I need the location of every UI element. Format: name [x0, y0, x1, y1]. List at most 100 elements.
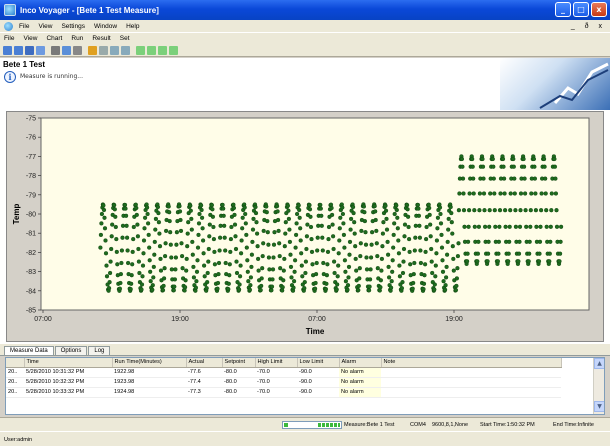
data-point	[226, 287, 231, 292]
menu-settings[interactable]: Settings	[61, 23, 85, 30]
data-point	[146, 232, 151, 237]
data-point	[329, 205, 334, 211]
data-point	[513, 208, 518, 213]
scroll-track[interactable]	[594, 369, 604, 401]
data-point	[466, 224, 471, 229]
data-point	[554, 224, 560, 229]
column-header[interactable]: Run Time(Minutes)	[112, 358, 187, 368]
title-bar[interactable]: Inco Voyager - [Bete 1 Test Measure] _ □…	[0, 0, 610, 20]
scroll-up-arrow-icon[interactable]: ▲	[594, 358, 604, 369]
maximize-button[interactable]: □	[573, 2, 589, 17]
table-row[interactable]: 20.. 5/28/2010 10:31:32 PM 1922.98 -77.6 -80…	[6, 367, 561, 378]
zoom-icon[interactable]	[110, 45, 119, 55]
table-row[interactable]: 20.. 5/28/2010 10:33:32 PM 1924.98 -77.3 -80…	[6, 387, 561, 398]
data-point	[374, 228, 379, 233]
data-point	[356, 288, 361, 293]
flag-icon[interactable]	[158, 45, 167, 55]
data-point	[511, 164, 516, 169]
cut-icon[interactable]	[73, 45, 82, 55]
data-point	[390, 258, 395, 263]
data-point	[531, 156, 536, 162]
tool-icon[interactable]	[99, 45, 108, 55]
step-icon[interactable]	[147, 45, 156, 55]
data-point	[193, 285, 198, 290]
data-point	[552, 164, 557, 169]
menu-result[interactable]: Result	[92, 35, 110, 42]
table-row[interactable]: 20.. 5/28/2010 10:32:32 PM 1923.98 -77.4 -80…	[6, 377, 561, 388]
menu-chart[interactable]: Chart	[46, 35, 62, 42]
tab-log[interactable]: Log	[88, 346, 111, 355]
data-point	[391, 245, 396, 250]
menu-file[interactable]: File	[19, 23, 29, 30]
data-point	[471, 176, 476, 181]
stop-icon[interactable]	[169, 45, 178, 55]
data-point	[475, 251, 480, 256]
data-point	[283, 220, 288, 225]
menu-set[interactable]: Set	[120, 35, 130, 42]
data-point	[151, 264, 156, 269]
tab-options[interactable]: Options	[54, 346, 88, 355]
magnify-icon[interactable]	[121, 45, 130, 55]
data-point	[524, 224, 529, 229]
data-point	[139, 287, 144, 292]
vertical-scrollbar[interactable]: ▲ ▼	[593, 358, 604, 414]
menu-help[interactable]: Help	[126, 23, 139, 30]
menu-doc-view[interactable]: View	[23, 35, 37, 42]
open-icon[interactable]	[14, 45, 23, 55]
data-point	[358, 241, 363, 246]
print-icon[interactable]	[51, 45, 60, 55]
data-point	[465, 259, 470, 264]
data-point	[497, 224, 502, 229]
data-point	[384, 227, 390, 232]
data-point	[310, 262, 315, 267]
data-point	[369, 255, 374, 260]
data-point	[511, 156, 516, 162]
data-point	[553, 176, 558, 181]
data-point	[270, 277, 275, 282]
child-window-controls[interactable]: _ ð x	[571, 23, 606, 30]
data-point	[437, 205, 443, 210]
new-icon[interactable]	[3, 45, 12, 55]
data-point	[516, 259, 521, 264]
data-point	[455, 254, 460, 259]
column-header[interactable]: Actual	[186, 358, 223, 368]
column-header[interactable]: Setpoint	[222, 358, 256, 368]
menu-doc-file[interactable]: File	[4, 35, 14, 42]
close-button[interactable]: x	[591, 2, 607, 17]
data-point	[270, 267, 276, 272]
data-point	[402, 222, 408, 227]
column-header[interactable]	[6, 358, 25, 368]
data-point	[101, 203, 106, 208]
data-point	[454, 276, 459, 281]
column-header[interactable]: Note	[381, 358, 562, 368]
chart-icon[interactable]	[88, 45, 97, 55]
scroll-down-arrow-icon[interactable]: ▼	[594, 401, 604, 412]
save-icon[interactable]	[25, 45, 34, 55]
menu-view[interactable]: View	[38, 23, 52, 30]
x-tick-label: 19:00	[445, 316, 463, 323]
preview-icon[interactable]	[62, 45, 71, 55]
child-window-icon[interactable]	[4, 21, 13, 31]
minimize-button[interactable]: _	[555, 2, 571, 17]
data-point	[319, 223, 324, 228]
data-point	[119, 248, 124, 253]
data-point	[206, 259, 211, 264]
table-cell: -80.0	[222, 387, 255, 398]
menu-run[interactable]: Run	[71, 35, 83, 42]
tab-measure-data[interactable]: Measure Data	[4, 346, 54, 355]
data-point	[502, 191, 507, 196]
data-point	[247, 287, 252, 292]
data-point	[207, 222, 212, 227]
data-point	[443, 283, 448, 288]
column-header[interactable]: Low Limit	[297, 358, 340, 368]
column-header[interactable]: Time	[24, 358, 113, 368]
menu-window[interactable]: Window	[94, 23, 117, 30]
data-point	[387, 275, 392, 280]
column-header[interactable]: Alarm	[339, 358, 382, 368]
doc-icon[interactable]	[36, 45, 45, 55]
play-icon[interactable]	[136, 45, 145, 55]
column-header[interactable]: High Limit	[255, 358, 298, 368]
data-point	[294, 221, 299, 226]
data-point	[209, 202, 214, 208]
data-point	[143, 215, 148, 220]
